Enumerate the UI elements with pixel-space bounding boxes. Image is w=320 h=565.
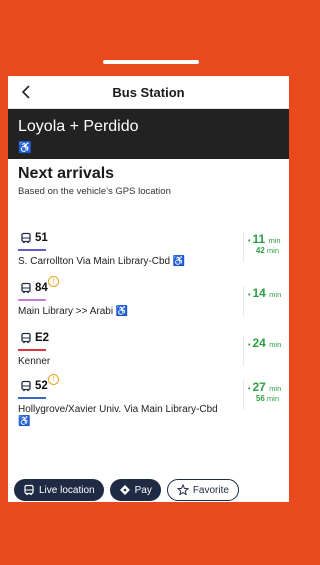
route-color-bar (18, 397, 46, 399)
route-destination: Hollygrove/Xavier Univ. Via Main Library… (18, 404, 218, 427)
pay-label: Pay (134, 484, 152, 496)
stop-banner: Loyola + Perdido ♿ (8, 109, 289, 159)
route-destination: Kenner (18, 356, 51, 367)
device-top-bar (103, 60, 199, 64)
eta-next-value: 42 (255, 246, 265, 255)
route-destination: Main Library >> Arabi ♿ (18, 306, 129, 317)
arrivals-header: Next arrivals Based on the vehicle's GPS… (8, 159, 289, 197)
navigation-bar: Bus Station (8, 76, 289, 109)
live-signal-icon: • (248, 238, 251, 245)
warning-icon[interactable]: ! (48, 276, 59, 287)
route-badge: E2 (18, 332, 51, 346)
bus-icon (21, 232, 31, 244)
eta-value: 11 (252, 232, 266, 246)
eta-box: • 14 min (243, 286, 283, 316)
eta-value: 24 (252, 336, 266, 350)
chevron-left-icon (21, 85, 30, 99)
favorite-button[interactable]: Favorite (166, 479, 239, 501)
bus-icon (21, 332, 31, 344)
eta-box: • 24 min (243, 336, 283, 366)
action-bar: Live location Pay Favorite (14, 479, 289, 502)
live-signal-icon: • (248, 342, 251, 349)
live-location-label: Live location (39, 484, 95, 496)
eta-unit: min (269, 384, 282, 393)
eta-main: • 14 min (248, 286, 282, 300)
eta-next-unit: min (266, 394, 279, 403)
eta-next: 56 min (248, 394, 279, 403)
page-title: Bus Station (112, 84, 185, 100)
eta-main: • 24 min (248, 336, 282, 350)
route-destination: S. Carrollton Via Main Library-Cbd ♿ (18, 256, 186, 267)
eta-unit: min (269, 340, 282, 349)
favorite-label: Favorite (192, 484, 229, 496)
route-badge: 84 (18, 282, 50, 296)
eta-main: • 11 min (248, 232, 281, 246)
pay-button[interactable]: Pay (109, 479, 161, 501)
section-title: Next arrivals (18, 165, 115, 182)
eta-value: 14 (252, 286, 266, 300)
route-number: 52 (35, 380, 48, 392)
arrival-row[interactable]: E2 Kenner • 24 min (8, 332, 289, 378)
route-color-bar (18, 349, 46, 351)
route-color-bar (18, 299, 46, 301)
eta-next-value: 56 (255, 394, 265, 403)
eta-next: 42 min (248, 246, 279, 255)
eta-unit: min (269, 290, 282, 299)
bus-icon (23, 484, 35, 496)
eta-value: 27 (252, 380, 266, 394)
live-signal-icon: • (248, 292, 251, 299)
arrival-row[interactable]: 51 S. Carrollton Via Main Library-Cbd ♿ • 1… (8, 232, 289, 278)
route-number: 84 (35, 282, 48, 294)
arrival-row[interactable]: 52! Hollygrove/Xavier Univ. Via Main Libr… (8, 374, 289, 427)
eta-unit: min (268, 236, 281, 245)
live-location-button[interactable]: Live location (14, 479, 104, 501)
wheelchair-icon: ♿ (18, 142, 32, 154)
app-screen: Bus Station Loyola + Perdido ♿ Next arri… (8, 76, 289, 502)
back-button[interactable] (14, 80, 38, 104)
bus-icon (21, 282, 31, 294)
route-badge: 52 (18, 380, 50, 394)
eta-box: • 11 min 42 min (243, 232, 283, 262)
route-color-bar (18, 249, 46, 251)
ticket-icon (119, 484, 131, 496)
eta-next-unit: min (266, 246, 279, 255)
stop-name: Loyola + Perdido (18, 118, 139, 135)
live-signal-icon: • (248, 386, 251, 393)
route-number: 51 (35, 232, 48, 244)
route-number: E2 (35, 332, 50, 344)
eta-main: • 27 min (248, 380, 282, 394)
warning-icon[interactable]: ! (48, 374, 59, 385)
eta-box: • 27 min 56 min (243, 380, 283, 410)
section-subtitle: Based on the vehicle's GPS location (18, 186, 171, 197)
bus-icon (21, 380, 31, 392)
route-badge: 51 (18, 232, 50, 246)
star-icon (176, 484, 189, 496)
arrival-row[interactable]: 84! Main Library >> Arabi ♿ • 14 min (8, 276, 289, 328)
